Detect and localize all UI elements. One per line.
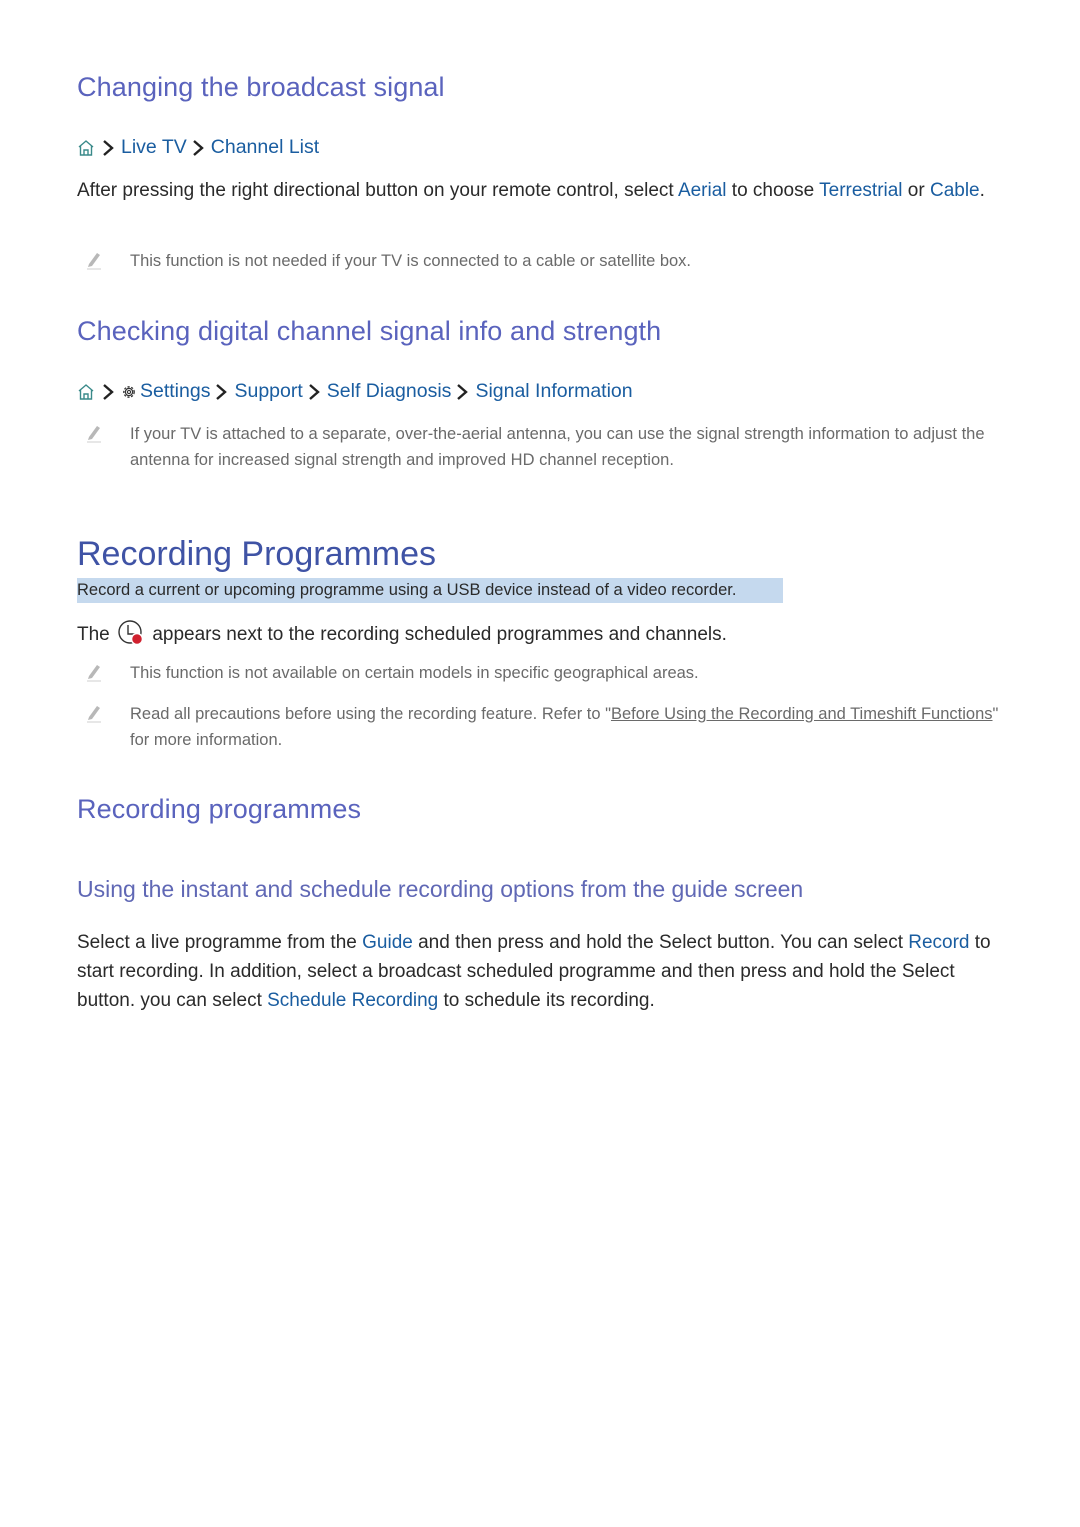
pencil-note-icon (87, 253, 101, 270)
pencil-note-icon (87, 426, 101, 443)
keyword-aerial: Aerial (677, 180, 727, 201)
chevron-right-icon (216, 383, 228, 400)
recording-scheduled-icon (118, 620, 144, 646)
note-text: Read all precautions before using the re… (130, 701, 1007, 753)
breadcrumb-item-support[interactable]: Support (234, 380, 302, 403)
keyword-terrestrial: Terrestrial (819, 180, 903, 201)
section-heading-signal-info: Checking digital channel signal info and… (77, 316, 662, 346)
keyword-schedule-recording: Schedule Recording (267, 990, 439, 1011)
keyword-guide: Guide (362, 932, 413, 953)
body-text: and then press and hold the Select butto… (412, 932, 909, 953)
body-text: to choose (726, 180, 820, 201)
gear-icon (123, 385, 135, 398)
note-precautions: Read all precautions before using the re… (77, 701, 1007, 753)
summary-highlight: Record a current or upcoming programme u… (77, 578, 783, 603)
broadcast-signal-body: After pressing the right directional but… (77, 176, 1007, 205)
keyword-record: Record (908, 932, 970, 953)
section-heading-broadcast-signal: Changing the broadcast signal (77, 72, 445, 102)
recording-icon-line: The appears next to the recording schedu… (77, 619, 1007, 649)
chevron-right-icon (103, 383, 114, 400)
breadcrumb-item-self-diagnosis[interactable]: Self Diagnosis (327, 380, 452, 403)
body-text: appears next to the recording scheduled … (152, 624, 727, 645)
home-icon (78, 383, 94, 400)
body-text: The (77, 624, 110, 645)
section-heading-recording-programmes: Recording programmes (77, 794, 362, 824)
body-text: . (979, 180, 985, 201)
body-text: After pressing the right directional but… (77, 180, 678, 201)
note-antenna: If your TV is attached to a separate, ov… (77, 421, 1007, 473)
breadcrumb-item-live-tv[interactable]: Live TV (121, 136, 187, 159)
subheading-guide-recording: Using the instant and schedule recording… (77, 876, 804, 902)
chevron-right-icon (457, 383, 469, 400)
pencil-note-icon (87, 665, 101, 682)
breadcrumb-signal-information: Settings Support Self Diagnosis Signal I… (77, 380, 633, 403)
body-text: or (902, 180, 930, 201)
chevron-right-icon (308, 383, 320, 400)
breadcrumb-item-settings[interactable]: Settings (140, 380, 210, 403)
note-text: This function is not available on certai… (130, 664, 699, 682)
chevron-right-icon (103, 139, 114, 156)
home-icon (78, 139, 94, 156)
breadcrumb-item-channel-list[interactable]: Channel List (211, 136, 319, 159)
guide-recording-body: Select a live programme from the Guide a… (77, 928, 1007, 1015)
chevron-right-icon (192, 139, 204, 156)
keyword-cable: Cable (929, 180, 980, 201)
body-text: to schedule its recording. (438, 990, 655, 1011)
breadcrumb-channel-list: Live TV Channel List (77, 136, 319, 159)
note-text-before: Read all precautions before using the re… (130, 705, 611, 723)
note-text: This function is not needed if your TV i… (130, 252, 692, 270)
breadcrumb-item-signal-information[interactable]: Signal Information (475, 380, 632, 403)
note-cable-satellite: This function is not needed if your TV i… (77, 248, 1007, 274)
page-title: Recording Programmes (77, 535, 437, 573)
note-text: If your TV is attached to a separate, ov… (130, 425, 985, 469)
note-availability: This function is not available on certai… (77, 660, 1007, 686)
pencil-note-icon (87, 706, 101, 723)
body-text: Select a live programme from the (77, 932, 363, 953)
link-before-using-recording-timeshift[interactable]: Before Using the Recording and Timeshift… (611, 705, 993, 723)
